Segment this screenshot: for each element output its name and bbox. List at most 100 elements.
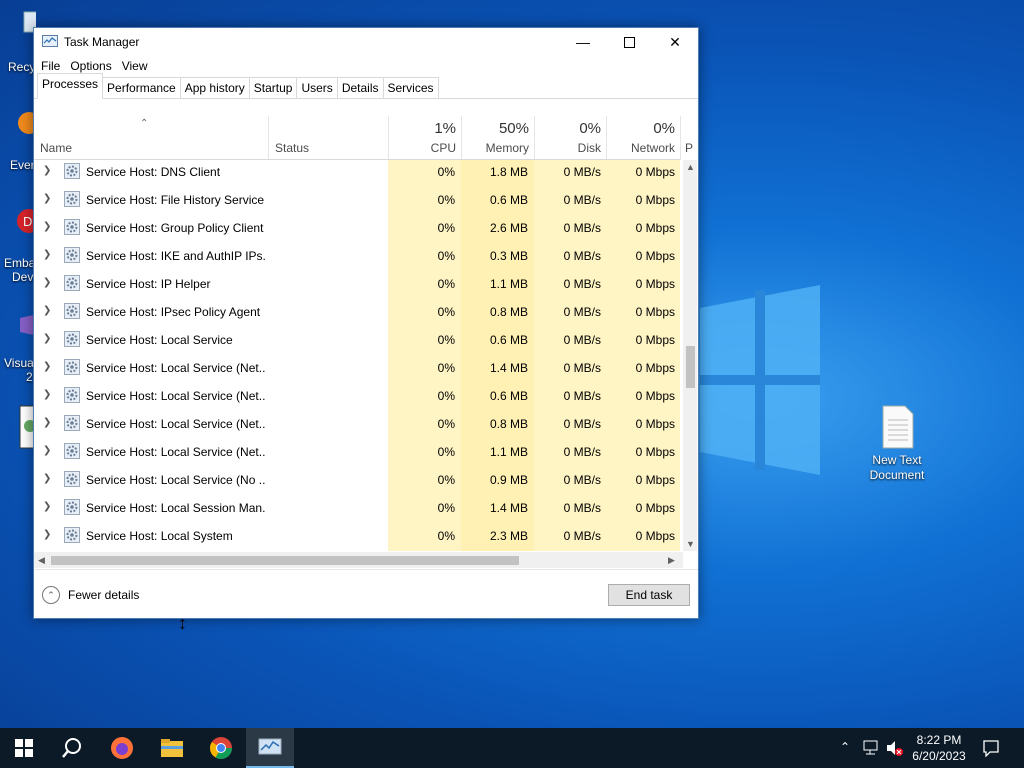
process-cpu: 0% xyxy=(437,165,455,179)
process-memory: 2.6 MB xyxy=(489,221,528,235)
col-network[interactable]: 0% Network xyxy=(606,116,681,159)
expand-chevron-icon[interactable]: ❯ xyxy=(43,277,51,288)
taskbar-firefox[interactable] xyxy=(98,728,146,768)
expand-chevron-icon[interactable]: ❯ xyxy=(43,389,51,400)
vertical-scrollbar[interactable]: ▲ ▼ xyxy=(683,160,697,551)
tab-users[interactable]: Users xyxy=(296,77,338,98)
process-network: 0 Mbps xyxy=(635,249,675,263)
start-button[interactable] xyxy=(0,728,48,768)
table-row[interactable]: ❯ Service Host: Local Service (Net... 0% 1.… xyxy=(34,439,681,467)
process-disk: 0 MB/s xyxy=(563,417,601,431)
scroll-up-icon[interactable]: ▲ xyxy=(686,162,695,172)
table-row[interactable]: ❯ Service Host: IPsec Policy Agent 0% 0.8 M… xyxy=(34,299,681,327)
fewer-details-label: Fewer details xyxy=(68,588,140,602)
table-row[interactable]: ❯ Service Host: Local Session Man... 0% 1.4… xyxy=(34,495,681,523)
network-total: 0% xyxy=(653,120,675,137)
taskbar-task-manager[interactable] xyxy=(246,728,294,768)
table-row[interactable]: ❯ Service Host: Local Service 0% 0.6 MB 0 MB… xyxy=(34,327,681,355)
tab-services[interactable]: Services xyxy=(382,77,439,98)
tab-startup[interactable]: Startup xyxy=(248,77,298,98)
col-status[interactable]: Status xyxy=(268,116,389,159)
table-row[interactable]: ❯ Service Host: IKE and AuthIP IPs... 0% 0.… xyxy=(34,243,681,271)
everything-label: Ever xyxy=(10,158,35,172)
expand-chevron-icon[interactable]: ❯ xyxy=(43,305,51,316)
end-task-button[interactable]: End task xyxy=(608,584,690,606)
process-cpu: 0% xyxy=(437,277,455,291)
action-center-icon[interactable] xyxy=(982,739,1000,757)
expand-chevron-icon[interactable]: ❯ xyxy=(43,333,51,344)
expand-chevron-icon[interactable]: ❯ xyxy=(43,501,51,512)
expand-chevron-icon[interactable]: ❯ xyxy=(43,445,51,456)
tab-app-history[interactable]: App history xyxy=(179,77,250,98)
scroll-down-icon[interactable]: ▼ xyxy=(686,539,695,549)
show-hidden-icons[interactable]: ⌃ xyxy=(840,740,850,754)
tab-details[interactable]: Details xyxy=(336,77,384,98)
search-button[interactable] xyxy=(48,728,96,768)
task-manager-app-icon xyxy=(42,35,58,47)
clock[interactable]: 8:22 PM 6/20/2023 xyxy=(896,732,982,764)
maximize-button[interactable] xyxy=(606,28,652,56)
expand-chevron-icon[interactable]: ❯ xyxy=(43,417,51,428)
network-icon[interactable] xyxy=(862,740,880,756)
table-row[interactable]: ❯ Service Host: Local Service (Net... 0% 0.… xyxy=(34,383,681,411)
col-status-label: Status xyxy=(275,141,310,155)
col-disk[interactable]: 0% Disk xyxy=(534,116,607,159)
expand-chevron-icon[interactable]: ❯ xyxy=(43,529,51,540)
expand-chevron-icon[interactable]: ❯ xyxy=(43,473,51,484)
horizontal-scrollbar[interactable]: ◀ ▶ xyxy=(34,552,683,568)
col-memory[interactable]: 50% Memory xyxy=(461,116,535,159)
expand-chevron-icon[interactable]: ❯ xyxy=(43,193,51,204)
minimize-button[interactable]: — xyxy=(560,28,606,56)
taskbar-file-explorer[interactable] xyxy=(148,728,196,768)
col-power[interactable]: P xyxy=(680,116,699,159)
visual-studio-label-2: 2 xyxy=(26,370,33,384)
col-name[interactable]: ⌃ Name xyxy=(34,116,268,159)
taskbar-chrome[interactable] xyxy=(197,728,245,768)
new-text-document-shortcut[interactable]: New Text Document xyxy=(857,404,937,483)
table-row[interactable]: ❯ Service Host: File History Service 0% 0.6… xyxy=(34,187,681,215)
fewer-details-button[interactable]: ⌃ Fewer details xyxy=(42,586,139,604)
service-gear-icon xyxy=(64,499,80,515)
process-disk: 0 MB/s xyxy=(563,389,601,403)
table-row[interactable]: ❯ Service Host: DNS Client 0% 1.8 MB 0 MB/s 0… xyxy=(34,160,681,187)
process-cpu: 0% xyxy=(437,529,455,543)
menu-options[interactable]: Options xyxy=(65,59,116,73)
process-name: Service Host: Local Service (Net... xyxy=(86,389,266,403)
table-row[interactable]: ❯ Service Host: Local System 0% 2.3 MB 0 MB/… xyxy=(34,523,681,551)
service-gear-icon xyxy=(64,247,80,263)
process-name: Service Host: File History Service xyxy=(86,193,265,207)
tab-performance[interactable]: Performance xyxy=(102,77,181,98)
expand-chevron-icon[interactable]: ❯ xyxy=(43,249,51,260)
title-bar[interactable]: Task Manager — ✕ xyxy=(34,28,698,56)
task-manager-window: Task Manager — ✕ File Options View Proce… xyxy=(33,27,699,619)
scroll-left-icon[interactable]: ◀ xyxy=(38,555,45,566)
resize-cursor-icon: ↕ xyxy=(178,613,187,633)
menu-file[interactable]: File xyxy=(36,59,65,73)
col-cpu[interactable]: 1% CPU xyxy=(388,116,462,159)
process-disk: 0 MB/s xyxy=(563,221,601,235)
expand-chevron-icon[interactable]: ❯ xyxy=(43,361,51,372)
process-memory: 2.3 MB xyxy=(489,529,528,543)
process-memory: 1.1 MB xyxy=(489,445,528,459)
process-name: Service Host: Local Service (Net... xyxy=(86,361,266,375)
expand-chevron-icon[interactable]: ❯ xyxy=(43,221,51,232)
process-memory: 0.3 MB xyxy=(489,249,528,263)
process-network: 0 Mbps xyxy=(635,501,675,515)
col-power-label: P xyxy=(685,141,694,155)
process-memory: 0.8 MB xyxy=(489,305,528,319)
process-memory: 0.6 MB xyxy=(489,333,528,347)
vertical-scroll-thumb[interactable] xyxy=(686,346,695,388)
table-row[interactable]: ❯ Service Host: Local Service (Net... 0% 1.… xyxy=(34,355,681,383)
menu-view[interactable]: View xyxy=(117,59,153,73)
horizontal-scroll-thumb[interactable] xyxy=(51,556,519,565)
service-gear-icon xyxy=(64,359,80,375)
close-button[interactable]: ✕ xyxy=(652,28,698,56)
process-name: Service Host: IPsec Policy Agent xyxy=(86,305,261,319)
table-row[interactable]: ❯ Service Host: Group Policy Client 0% 2.6 … xyxy=(34,215,681,243)
table-row[interactable]: ❯ Service Host: IP Helper 0% 1.1 MB 0 MB/s 0 … xyxy=(34,271,681,299)
tab-processes[interactable]: Processes xyxy=(37,73,104,99)
table-row[interactable]: ❯ Service Host: Local Service (Net... 0% 0.… xyxy=(34,411,681,439)
table-row[interactable]: ❯ Service Host: Local Service (No ... 0% 0.… xyxy=(34,467,681,495)
scroll-right-icon[interactable]: ▶ xyxy=(668,555,675,566)
expand-chevron-icon[interactable]: ❯ xyxy=(43,165,51,176)
